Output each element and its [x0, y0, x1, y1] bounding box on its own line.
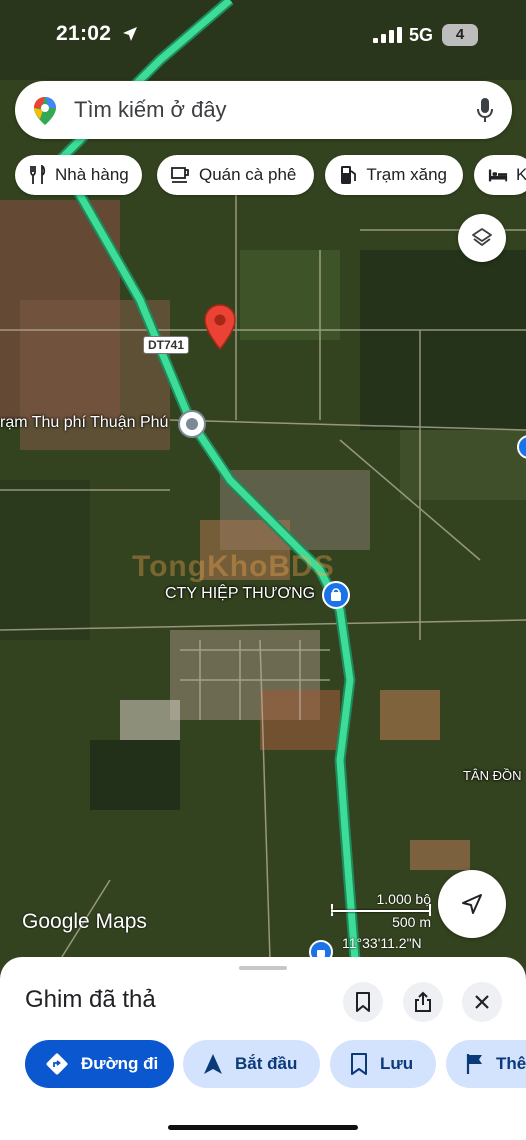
navigation-outline-icon [462, 894, 482, 914]
place-bottom-sheet[interactable]: Ghim đã thả Đường đi Bắt đầu Lưu Thê [0, 957, 526, 1140]
google-maps-pin-icon [34, 97, 56, 125]
coffee-cup-icon [171, 165, 191, 185]
close-button[interactable] [462, 982, 502, 1022]
start-button[interactable]: Bắt đầu [183, 1040, 320, 1088]
directions-label: Đường đi [81, 1054, 159, 1073]
company-label[interactable]: CTY HIỆP THƯƠNG [165, 585, 315, 603]
status-time: 21:02 [56, 22, 112, 45]
flag-icon [466, 1053, 484, 1075]
layers-button[interactable] [458, 214, 506, 262]
chip-label: Quán cà phê [199, 165, 297, 184]
road-shield-label: DT741 [143, 336, 190, 354]
directions-icon [45, 1052, 69, 1076]
chip-label: Trạm xăng [366, 165, 447, 184]
save-label: Lưu [380, 1054, 414, 1073]
save-bookmark-button[interactable] [343, 982, 383, 1022]
status-bar: 21:02 5G 4 [0, 0, 526, 70]
chip-restaurants[interactable]: Nhà hàng [15, 155, 142, 195]
battery-indicator: 4 [442, 24, 478, 46]
toll-station-icon[interactable] [177, 409, 207, 439]
bed-icon [488, 165, 508, 185]
chip-label: Nhà hàng [55, 165, 129, 184]
dropped-pin-icon[interactable] [203, 303, 237, 351]
chip-label: K [516, 165, 526, 184]
label-label: Thê [496, 1054, 526, 1073]
toll-station-label[interactable]: rạm Thu phí Thuận Phú [0, 414, 168, 432]
home-indicator[interactable] [168, 1125, 358, 1130]
edge-marker-icon[interactable] [517, 434, 526, 460]
save-button[interactable]: Lưu [330, 1040, 436, 1088]
scale-metric: 500 m [392, 914, 431, 930]
my-location-button[interactable] [438, 870, 506, 938]
navigation-arrow-icon [203, 1053, 223, 1075]
coordinates-readout: 11°33'11.2"N [342, 935, 422, 951]
drag-handle[interactable] [239, 966, 287, 970]
network-type: 5G [409, 25, 434, 45]
shopping-bag-marker-icon[interactable] [322, 581, 350, 609]
chip-gas-stations[interactable]: Trạm xăng [325, 155, 463, 195]
start-label: Bắt đầu [235, 1054, 298, 1073]
scale-imperial: 1.000 bộ [376, 891, 432, 907]
watermark-text: TongKhoBDS [132, 550, 335, 583]
chip-cafes[interactable]: Quán cà phê [157, 155, 314, 195]
location-arrow-icon [123, 27, 137, 41]
share-icon [415, 991, 431, 1012]
sheet-title: Ghim đã thả [25, 986, 156, 1013]
label-button[interactable]: Thê [446, 1040, 526, 1088]
share-button[interactable] [403, 982, 443, 1022]
search-bar[interactable]: Tìm kiếm ở đây [15, 81, 512, 139]
close-icon [475, 995, 489, 1009]
area-label: TÂN ĐỒN [463, 768, 522, 783]
google-maps-logo: Google Maps [22, 910, 147, 933]
fork-knife-icon [29, 165, 47, 185]
directions-button[interactable]: Đường đi [25, 1040, 174, 1088]
microphone-icon[interactable] [476, 97, 494, 123]
bookmark-icon [350, 1053, 368, 1075]
gas-pump-icon [339, 165, 358, 185]
bookmark-icon [356, 992, 370, 1012]
chip-hotels[interactable]: K [474, 155, 526, 195]
layers-icon [472, 228, 492, 246]
search-input[interactable]: Tìm kiếm ở đây [74, 97, 227, 123]
signal-bars-icon [373, 27, 402, 43]
